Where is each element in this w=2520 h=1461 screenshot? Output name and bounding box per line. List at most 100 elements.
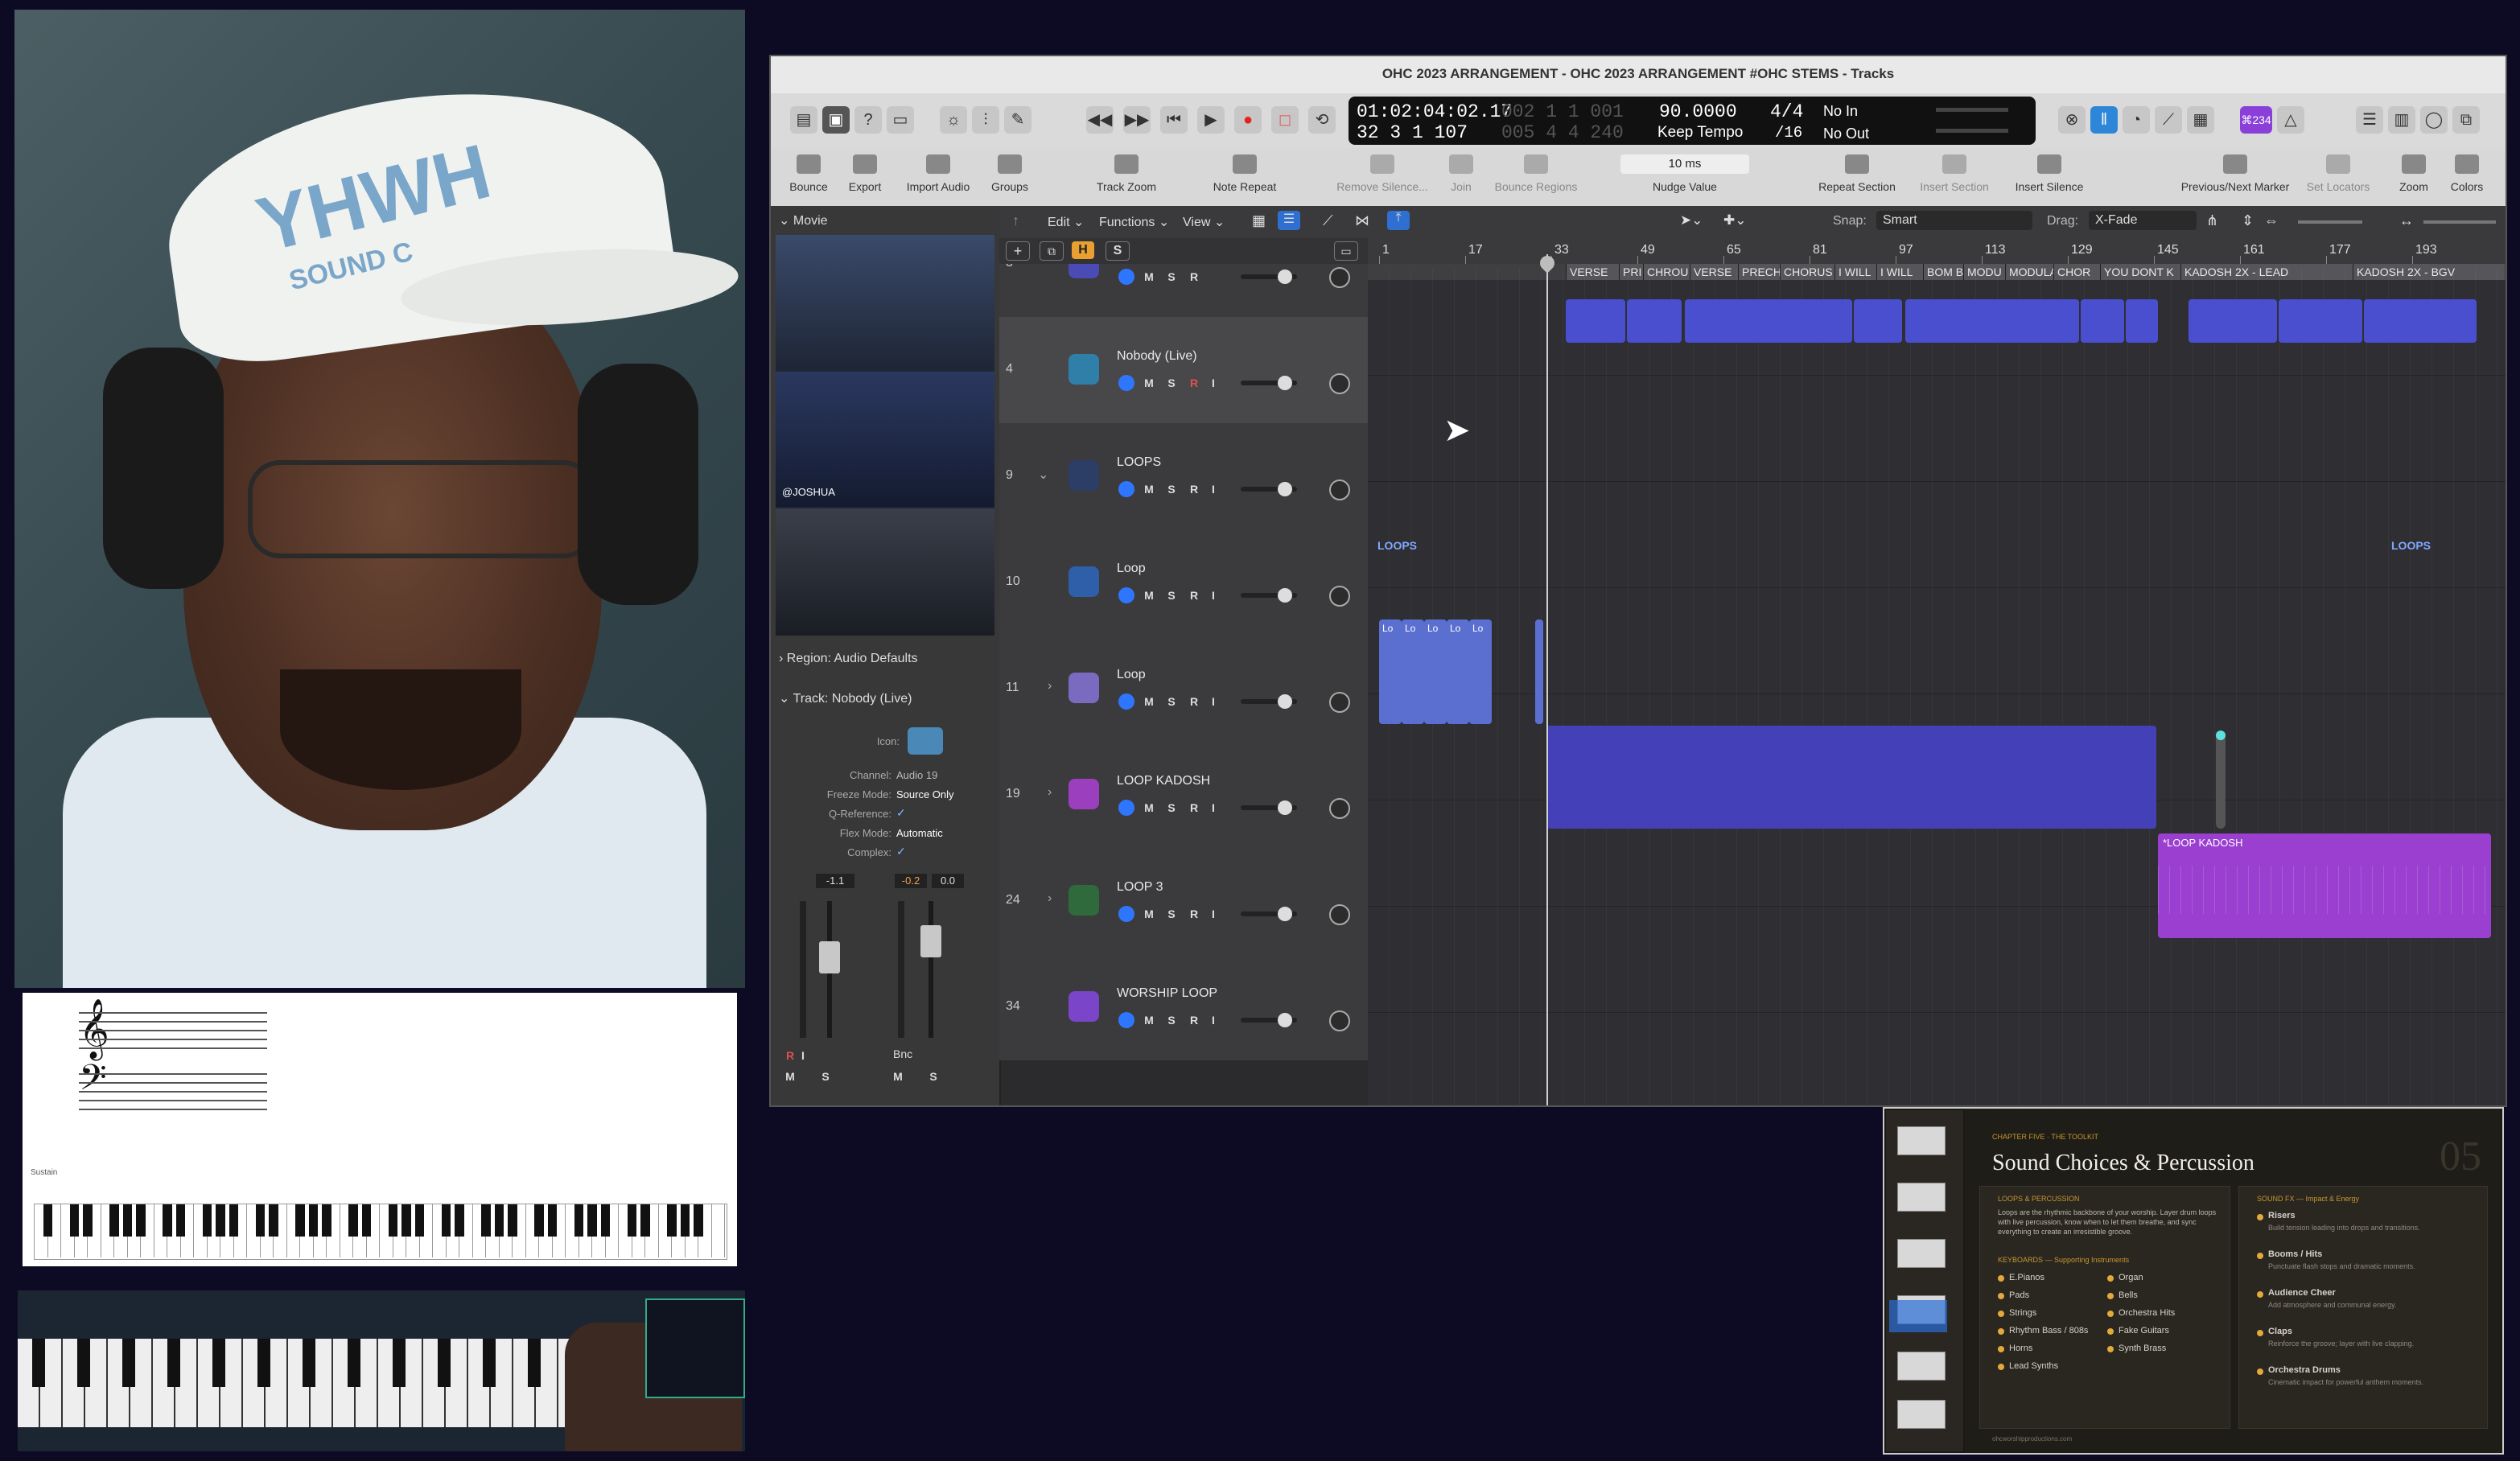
track-solo-button[interactable]: S	[1163, 906, 1180, 922]
track-name[interactable]: LOOPS	[1117, 455, 1161, 470]
loop-browser-icon[interactable]: ◯	[2420, 106, 2448, 134]
track-pan-knob[interactable]	[1329, 1010, 1350, 1031]
slide-thumb-5[interactable]	[1897, 1352, 1946, 1381]
playhead[interactable]	[1546, 254, 1548, 1105]
loop-region[interactable]	[1535, 619, 1543, 724]
list-view-icon[interactable]: ☰	[1278, 211, 1300, 230]
track-power-button[interactable]	[1118, 800, 1134, 816]
folder-region-label[interactable]: LOOPS	[1377, 539, 1417, 552]
editors-icon[interactable]: ✎	[1004, 106, 1031, 134]
track-icon-picker[interactable]	[908, 727, 943, 755]
track-icon[interactable]	[1069, 264, 1099, 278]
bounce-regions-tool[interactable]: Bounce Regions	[1484, 154, 1588, 193]
track-mute-button[interactable]: M	[1141, 906, 1157, 922]
q-reference-checkbox[interactable]: ✓	[896, 806, 906, 820]
cycle-button[interactable]: ⟲	[1308, 106, 1336, 134]
quick-help-icon[interactable]: ?	[854, 106, 882, 134]
track-mute-button[interactable]: M	[1141, 587, 1157, 603]
back-arrow-icon[interactable]: ↑	[1012, 212, 1019, 229]
audio-region[interactable]	[2279, 299, 2362, 343]
track-record-button[interactable]: R	[1186, 906, 1202, 922]
channel-value[interactable]: Audio 19	[896, 769, 937, 781]
folder-disclosure-icon[interactable]: ›	[1048, 891, 1052, 906]
solo-icon[interactable]: ⟋	[2155, 106, 2182, 134]
lcd-display[interactable]: 01:02:04:02.17 32 3 1 107 002 1 1 001 00…	[1349, 97, 2036, 145]
insert-section-tool[interactable]: Insert Section	[1907, 154, 2002, 193]
track-input-monitor-button[interactable]: I	[1205, 481, 1221, 497]
repeat-section-tool[interactable]: Repeat Section	[1809, 154, 1905, 193]
folder-disclosure-icon[interactable]: ›	[1048, 785, 1052, 800]
track-name[interactable]: Loop	[1117, 562, 1146, 576]
track-icon[interactable]	[1069, 885, 1099, 916]
library-icon[interactable]: ▤	[790, 106, 817, 134]
loop-region[interactable]: Lo	[1379, 619, 1402, 724]
freeze-mode-value[interactable]: Source Only	[896, 788, 954, 800]
loop-region[interactable]: Lo	[1424, 619, 1447, 724]
metronome-icon[interactable]: △	[2277, 106, 2304, 134]
go-to-start-button[interactable]: ⏮	[1160, 106, 1188, 134]
track-input-monitor-button[interactable]: I	[1205, 906, 1221, 922]
track-mute-button[interactable]: M	[1141, 1012, 1157, 1028]
track-solo-button[interactable]: S	[1163, 269, 1180, 285]
track-input-monitor-button[interactable]: I	[1205, 587, 1221, 603]
track-header[interactable]: 4 Nobody (Live) M S R I	[999, 317, 1368, 424]
secondary-tool-icon[interactable]: ✚⌄	[1723, 212, 1747, 228]
folder-region-label-end[interactable]: LOOPS	[2391, 539, 2431, 552]
strip2-bounce-button[interactable]: Bnc	[893, 1047, 912, 1060]
count-in-badge[interactable]: ⌘234	[2240, 106, 2272, 134]
track-pan-knob[interactable]	[1329, 373, 1350, 394]
tuner-icon[interactable]: ‖	[2090, 106, 2118, 134]
track-input-monitor-button[interactable]: I	[1205, 1012, 1221, 1028]
long-loop-region[interactable]	[1546, 726, 2156, 829]
track-solo-button[interactable]: S	[1163, 481, 1180, 497]
track-record-button[interactable]: R	[1186, 693, 1202, 710]
audio-region[interactable]	[2126, 299, 2158, 343]
slide-thumb-1[interactable]	[1897, 1126, 1946, 1155]
track-header[interactable]: 10 Loop M S R I	[999, 529, 1368, 636]
strip2-mute-button[interactable]: M	[890, 1068, 906, 1084]
track-input-monitor-button[interactable]: I	[1205, 375, 1221, 391]
track-record-button[interactable]: R	[1186, 587, 1202, 603]
track-pan-knob[interactable]	[1329, 479, 1350, 500]
list-editors-icon[interactable]: ☰	[2356, 106, 2383, 134]
flex-icon[interactable]: ⋈	[1355, 212, 1369, 229]
track-pan-knob[interactable]	[1329, 692, 1350, 713]
track-name[interactable]: Loop	[1117, 668, 1146, 682]
track-pan-knob[interactable]	[1329, 904, 1350, 925]
smart-controls-icon[interactable]: ☼	[940, 106, 967, 134]
track-record-button[interactable]: R	[1186, 481, 1202, 497]
import-audio-tool[interactable]: Import Audio	[896, 154, 980, 193]
track-power-button[interactable]	[1118, 269, 1134, 285]
volume-automation-node[interactable]	[2216, 732, 2226, 829]
track-mute-button[interactable]: M	[1141, 375, 1157, 391]
track-header[interactable]: 24 › LOOP 3 MSRI	[999, 848, 1368, 955]
remove-silence-tool[interactable]: Remove Silence...	[1326, 154, 1439, 193]
pointer-tool-icon[interactable]: ➤⌄	[1680, 212, 1703, 228]
vertical-zoom-slider[interactable]	[2298, 220, 2362, 224]
view-menu[interactable]: View ⌄	[1183, 214, 1225, 230]
audio-region[interactable]	[1854, 299, 1902, 343]
low-latency-icon[interactable]: ▦	[2187, 106, 2214, 134]
zoom-tool[interactable]: Zoom	[2391, 154, 2436, 193]
track-zoom-tool[interactable]: Track Zoom	[1083, 154, 1170, 193]
track-name[interactable]: LOOP 3	[1117, 880, 1163, 895]
nudge-value-field[interactable]: 10 ms	[1620, 154, 1749, 174]
track-pan-knob[interactable]	[1329, 798, 1350, 819]
strip1-input-button[interactable]: I	[795, 1047, 811, 1064]
toolbar-toggle-icon[interactable]: ▭	[887, 106, 914, 134]
metronome-count-icon[interactable]: ◔	[2123, 106, 2150, 134]
play-button[interactable]: ▶	[1197, 106, 1225, 134]
track-section-header[interactable]: ⌄ Track: Nobody (Live)	[779, 690, 912, 706]
audio-region[interactable]	[1627, 299, 1682, 343]
global-solo-button[interactable]: S	[1106, 241, 1130, 261]
track-volume-knob[interactable]	[1278, 1013, 1292, 1027]
automation-icon[interactable]: ⟋	[1323, 212, 1333, 229]
track-icon[interactable]	[1069, 991, 1099, 1022]
track-pan-knob[interactable]	[1329, 267, 1350, 288]
flex-mode-value[interactable]: Automatic	[896, 827, 943, 839]
duplicate-track-button[interactable]: ⧉	[1040, 241, 1064, 261]
slide-thumb-selected[interactable]	[1889, 1300, 1947, 1332]
join-tool[interactable]: Join	[1439, 154, 1484, 193]
track-volume-knob[interactable]	[1278, 376, 1292, 390]
complex-checkbox[interactable]: ✓	[896, 845, 906, 858]
